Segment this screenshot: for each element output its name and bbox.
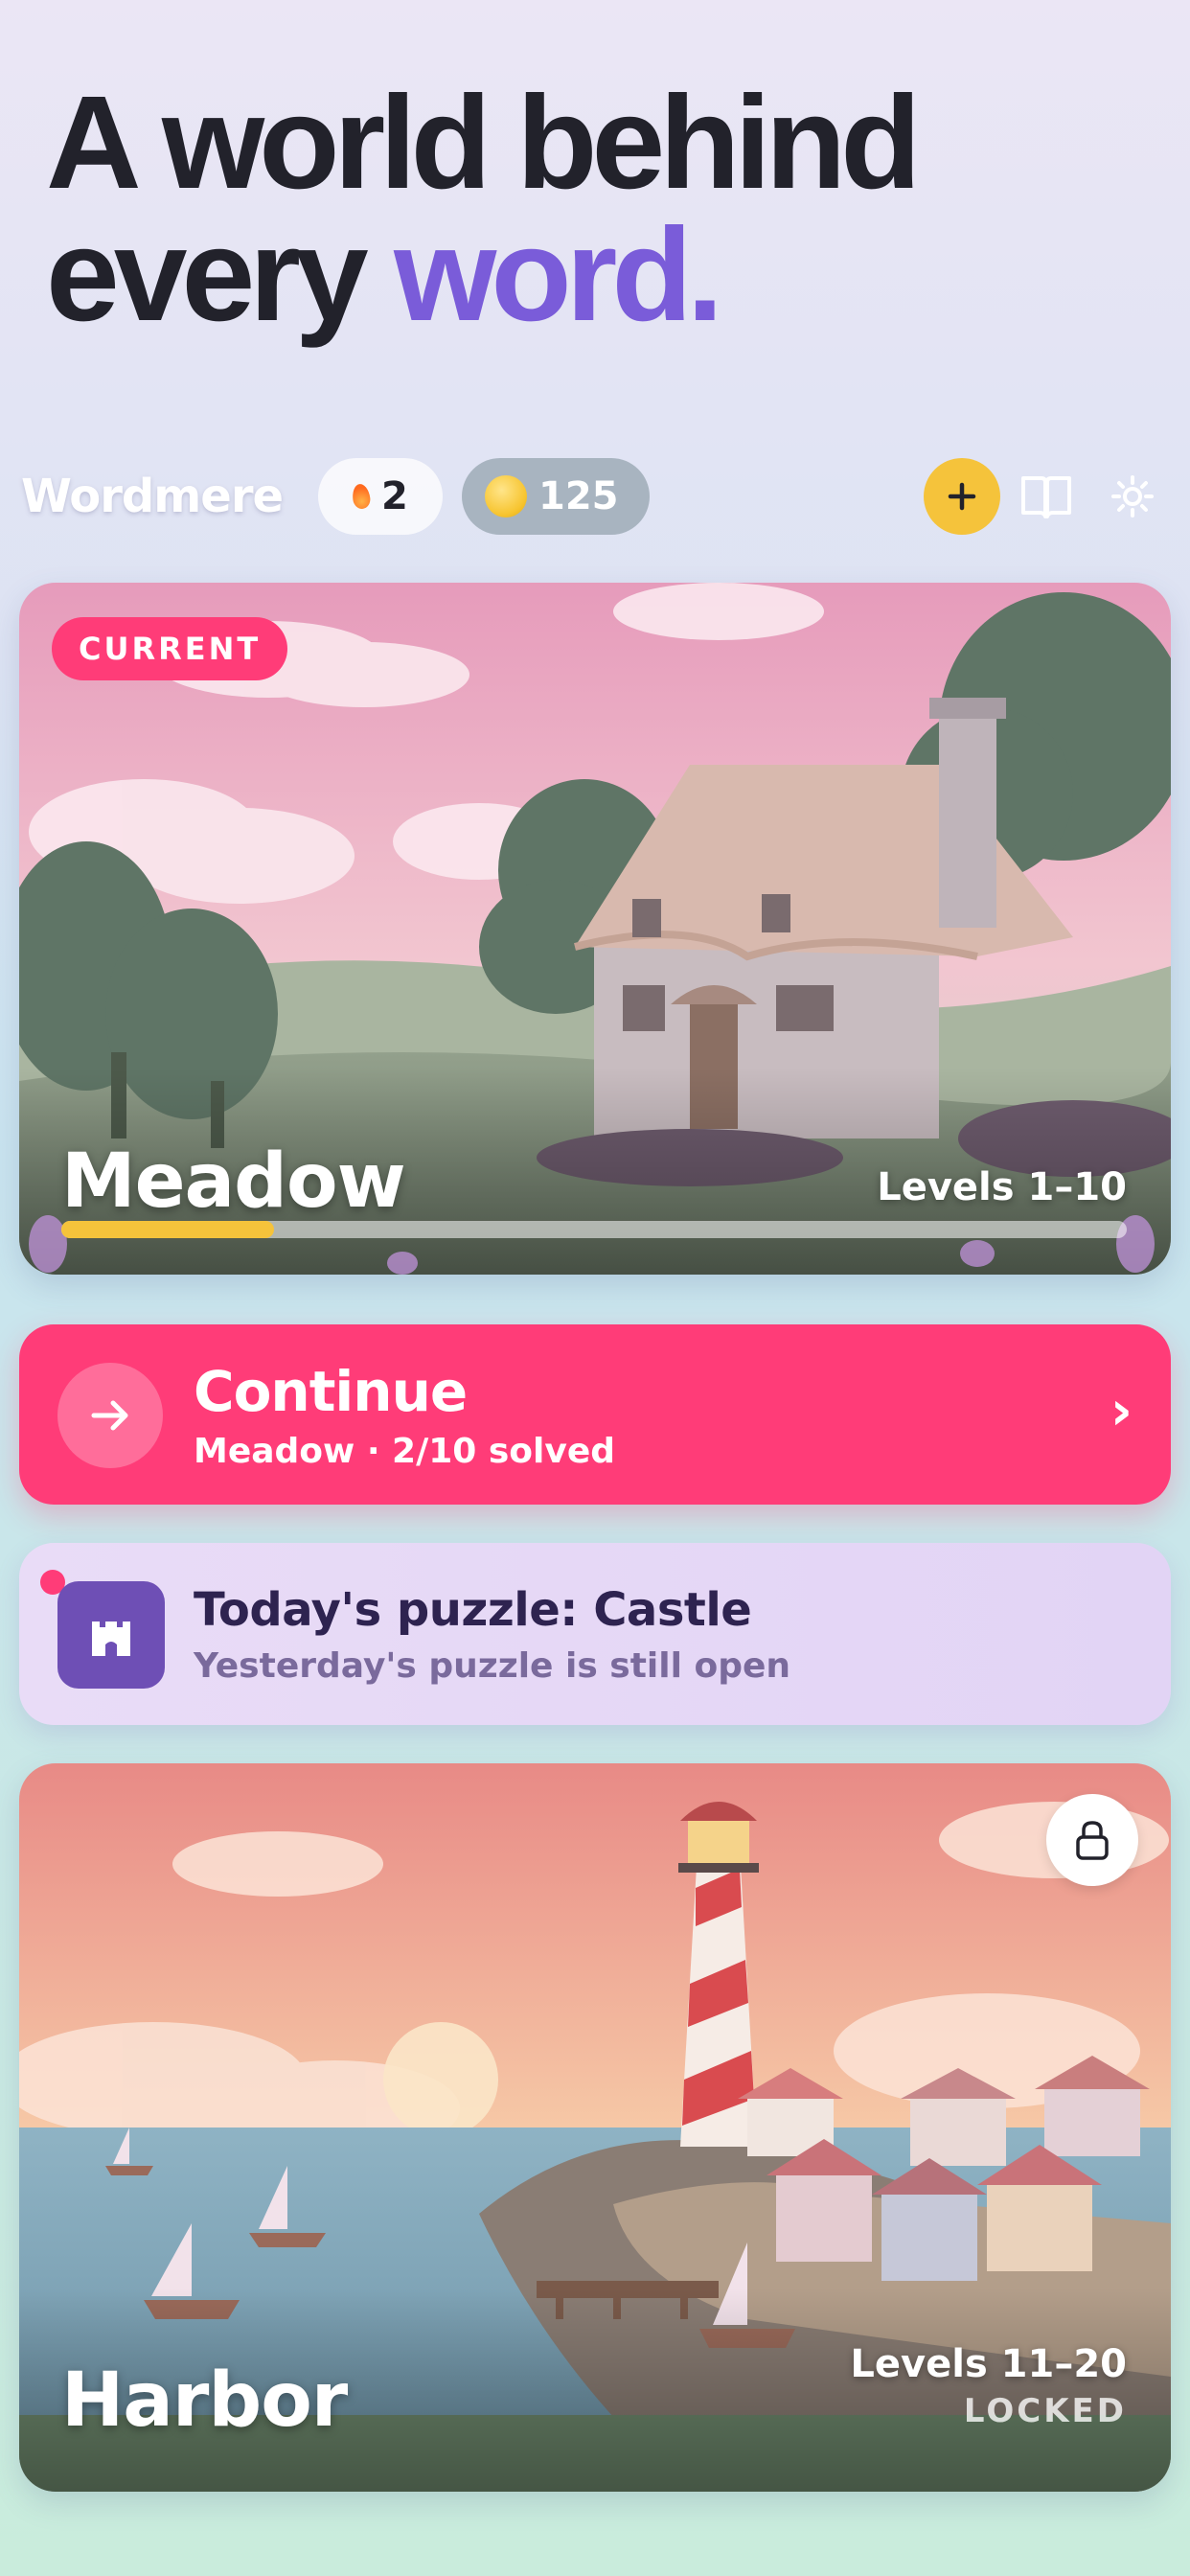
app-logo: Wordmere — [21, 470, 284, 523]
book-icon — [1021, 476, 1071, 518]
continue-title: Continue — [194, 1359, 468, 1424]
continue-button[interactable]: Continue Meadow · 2/10 solved › — [19, 1324, 1171, 1505]
hero-line-1: A world behind — [46, 69, 921, 217]
top-bar: Wordmere 2 125 — [21, 458, 1171, 537]
plus-icon — [948, 482, 976, 511]
hero-line-2-accent: word. — [394, 201, 723, 349]
lock-button[interactable] — [1046, 1794, 1138, 1886]
daily-puzzle-title: Today's puzzle: Castle — [194, 1583, 752, 1637]
lock-icon — [1076, 1821, 1109, 1860]
hero-line-2-plain: every — [46, 201, 395, 349]
current-badge: CURRENT — [52, 617, 288, 680]
harbor-world-card[interactable]: Harbor Levels 11–20 LOCKED — [19, 1763, 1171, 2492]
harbor-title: Harbor — [61, 2358, 348, 2444]
castle-tile — [57, 1581, 165, 1689]
coins-pill[interactable]: 125 — [462, 458, 650, 535]
harbor-levels: Levels 11–20 — [850, 2342, 1127, 2386]
coin-icon — [485, 475, 527, 518]
castle-icon — [92, 1622, 130, 1656]
meadow-progress-bar — [61, 1221, 1127, 1238]
coin-count: 125 — [538, 474, 619, 518]
continue-subtitle: Meadow · 2/10 solved — [194, 1432, 616, 1471]
gear-icon — [1111, 475, 1154, 518]
hero-headline: A world behind every word. — [46, 77, 921, 341]
arrow-right-icon — [91, 1400, 128, 1431]
streak-pill[interactable]: 2 — [318, 458, 443, 535]
add-coins-button[interactable] — [924, 458, 1000, 535]
streak-count: 2 — [381, 474, 408, 518]
daily-puzzle-card[interactable]: Today's puzzle: Castle Yesterday's puzzl… — [19, 1543, 1171, 1725]
meadow-progress-fill — [61, 1221, 275, 1238]
settings-button[interactable] — [1094, 458, 1171, 535]
meadow-title: Meadow — [61, 1138, 406, 1225]
daily-puzzle-subtitle: Yesterday's puzzle is still open — [194, 1646, 791, 1686]
chevron-right-icon: › — [1110, 1380, 1133, 1442]
harbor-status: LOCKED — [963, 2392, 1127, 2430]
book-button[interactable] — [1008, 458, 1085, 535]
flame-icon — [351, 482, 372, 511]
continue-icon-circle — [57, 1363, 163, 1468]
meadow-world-card[interactable]: CURRENT Meadow Levels 1–10 — [19, 583, 1171, 1275]
meadow-levels: Levels 1–10 — [877, 1165, 1127, 1209]
